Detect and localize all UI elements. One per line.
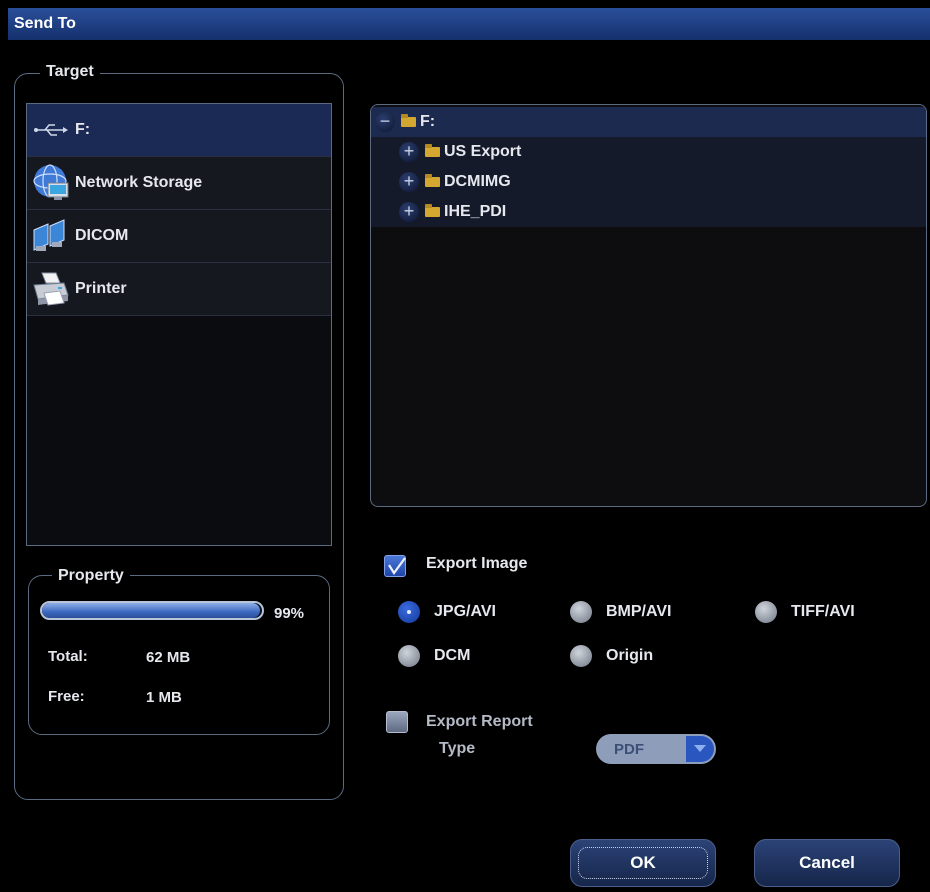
folder-icon (401, 114, 416, 127)
cancel-button[interactable]: Cancel (754, 839, 900, 887)
export-report-label: Export Report (426, 713, 533, 730)
target-list: F: Network Storage DICOM Printer (26, 103, 332, 546)
ok-button[interactable]: OK (570, 839, 716, 887)
radio-origin[interactable]: Origin (570, 645, 653, 667)
radio-bmp-avi[interactable]: BMP/AVI (570, 601, 671, 623)
target-item-printer[interactable]: Printer (27, 263, 331, 316)
tree-node-label: F: (420, 113, 436, 130)
target-item-f-drive[interactable]: F: (27, 104, 331, 157)
target-item-network-storage[interactable]: Network Storage (27, 157, 331, 210)
window-title-bar: Send To (8, 8, 930, 40)
storage-usage-percent: 99% (274, 605, 305, 622)
property-group-label: Property (52, 567, 130, 585)
radio-tiff-avi[interactable]: TIFF/AVI (755, 601, 855, 623)
export-image-checkbox[interactable] (384, 555, 406, 577)
radio-checked-icon (398, 601, 420, 623)
total-value: 62 MB (146, 649, 191, 666)
radio-label: JPG/AVI (434, 603, 496, 620)
radio-label: DCM (434, 647, 471, 664)
radio-unchecked-icon (570, 601, 592, 623)
storage-usage-bar (40, 601, 264, 620)
folder-tree: − F: + US Export + DCMIMG + IHE_PDI (370, 104, 927, 507)
folder-icon (425, 144, 440, 157)
target-item-dicom[interactable]: DICOM (27, 210, 331, 263)
radio-unchecked-icon (398, 645, 420, 667)
export-image-label: Export Image (426, 555, 528, 572)
tree-node-ihe-pdi[interactable]: + IHE_PDI (371, 197, 926, 227)
target-item-label: Network Storage (75, 174, 203, 191)
report-type-select[interactable]: PDF (596, 734, 716, 764)
radio-dcm[interactable]: DCM (398, 645, 470, 667)
tree-node-root[interactable]: − F: (371, 107, 926, 137)
report-type-value: PDF (614, 740, 644, 758)
tree-node-us-export[interactable]: + US Export (371, 137, 926, 167)
export-report-checkbox[interactable] (386, 711, 408, 733)
tree-node-dcmimg[interactable]: + DCMIMG (371, 167, 926, 197)
collapse-icon[interactable]: − (375, 112, 395, 132)
tree-node-label: US Export (444, 143, 522, 160)
folder-icon (425, 174, 440, 187)
expand-icon[interactable]: + (399, 142, 419, 162)
radio-unchecked-icon (755, 601, 777, 623)
focus-ring (578, 847, 708, 879)
usb-icon (29, 110, 73, 150)
radio-label: BMP/AVI (606, 603, 672, 620)
expand-icon[interactable]: + (399, 172, 419, 192)
free-label: Free: (48, 688, 85, 705)
expand-icon[interactable]: + (399, 202, 419, 222)
checkmark-icon (388, 557, 406, 575)
chevron-down-icon (686, 736, 714, 762)
target-item-label: DICOM (75, 227, 129, 244)
report-type-label: Type (439, 740, 476, 757)
radio-jpg-avi[interactable]: JPG/AVI (398, 601, 496, 623)
target-item-label: Printer (75, 280, 127, 297)
printer-icon (29, 269, 73, 309)
window-title: Send To (14, 15, 76, 32)
tree-node-label: DCMIMG (444, 173, 511, 190)
free-value: 1 MB (146, 689, 182, 706)
radio-label: Origin (606, 647, 654, 664)
folder-icon (425, 204, 440, 217)
cancel-button-label: Cancel (799, 853, 855, 872)
radio-label: TIFF/AVI (791, 603, 855, 620)
radio-unchecked-icon (570, 645, 592, 667)
total-label: Total: (48, 648, 88, 665)
target-item-label: F: (75, 121, 91, 138)
dicom-computers-icon (29, 216, 73, 256)
network-globe-icon (29, 163, 73, 203)
storage-usage-fill (42, 603, 260, 618)
target-group-label: Target (40, 63, 100, 81)
tree-node-label: IHE_PDI (444, 203, 507, 220)
